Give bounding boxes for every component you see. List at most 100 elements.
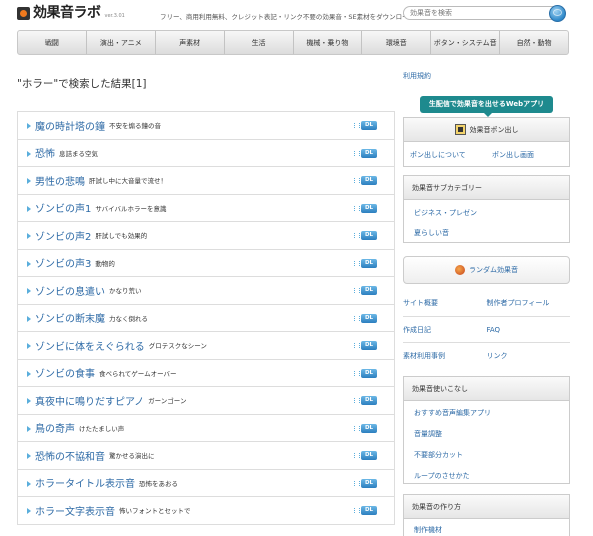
result-title-link[interactable]: 恐怖 — [35, 145, 55, 160]
download-button[interactable]: DL — [354, 258, 377, 268]
download-button[interactable]: DL — [354, 396, 377, 405]
result-title-link[interactable]: 魔の時計塔の鐘 — [35, 118, 105, 133]
subcategory-link-business[interactable]: ビジネス・プレゼン — [414, 208, 559, 218]
result-row: ゾンビの断末魔 力なく倒れる DL — [18, 305, 394, 332]
result-title-link[interactable]: 恐怖の不協和音 — [35, 448, 105, 463]
sound-wave-icon — [354, 315, 360, 321]
result-description: 不安を煽る鐘の音 — [109, 122, 161, 131]
faq-link[interactable]: FAQ — [486, 316, 570, 342]
arrow-right-icon — [27, 425, 31, 432]
arrow-right-icon — [27, 453, 31, 459]
usage-link-volume[interactable]: 音量調整 — [414, 429, 559, 439]
result-title-link[interactable]: ゾンビに体をえぐられる — [35, 338, 145, 353]
result-title-link[interactable]: ホラー文字表示音 — [35, 503, 115, 518]
sound-wave-icon — [354, 233, 360, 238]
terms-link[interactable]: 利用規約 — [403, 71, 431, 81]
random-sound-button[interactable]: ランダム効果音 — [403, 256, 570, 284]
sound-wave-icon — [354, 480, 360, 486]
result-title-link[interactable]: ゾンビの断末魔 — [35, 310, 105, 325]
sound-wave-icon — [354, 288, 360, 293]
usage-link-apps[interactable]: おすすめ音声編集アプリ — [414, 408, 559, 418]
result-row: ゾンビの声2 肝試しでも効果的 DL — [18, 222, 394, 250]
result-title-link[interactable]: ホラータイトル表示音 — [35, 475, 135, 490]
result-row: ゾンビの声1 サバイバルホラーを意識 DL — [18, 195, 394, 222]
links-link[interactable]: リンク — [486, 342, 570, 368]
pon-links: ポン出しについて ポン出し画面 — [404, 142, 569, 167]
download-button[interactable]: DL — [354, 148, 377, 158]
result-row: ゾンビの食事 食べられてゲームオーバー DL — [18, 360, 394, 387]
site-logo[interactable]: 効果音ラボ ver.3.01 — [17, 6, 125, 20]
nav-item-voice[interactable]: 声素材 — [156, 31, 225, 54]
download-button[interactable]: DL — [354, 368, 377, 378]
result-description: 食べられてゲームオーバー — [99, 369, 177, 378]
arrow-right-icon — [27, 123, 31, 129]
download-label: DL — [361, 368, 377, 378]
search-input[interactable] — [404, 7, 524, 19]
download-label: DL — [361, 121, 377, 130]
pon-screen-link[interactable]: ポン出し画面 — [492, 150, 534, 160]
result-row: 鳥の奇声 けたたましい声 DL — [18, 415, 394, 442]
nav-item-battle[interactable]: 戦闘 — [18, 31, 87, 54]
sound-wave-icon — [354, 205, 360, 211]
result-title-link[interactable]: ゾンビの息遣い — [35, 283, 105, 298]
nav-item-environment[interactable]: 環境音 — [362, 31, 432, 54]
result-row: 恐怖 息詰まる空気 DL — [18, 140, 394, 167]
result-title-link[interactable]: 鳥の奇声 — [35, 420, 75, 435]
usage-link-cut[interactable]: 不要部分カット — [414, 450, 559, 460]
sound-wave-icon — [354, 150, 360, 156]
creator-profile-link[interactable]: 制作者プロフィール — [487, 290, 571, 316]
making-panel: 効果音の作り方 制作機材 — [403, 494, 570, 536]
sound-wave-icon — [354, 260, 360, 266]
arrow-right-icon — [27, 480, 31, 487]
download-label: DL — [361, 423, 377, 433]
download-button[interactable]: DL — [354, 423, 377, 433]
download-button[interactable]: DL — [354, 451, 377, 460]
result-row: 男性の悲鳴 肝試し中に大音量で流せ！ DL — [18, 167, 394, 195]
download-button[interactable]: DL — [354, 313, 377, 323]
result-title-link[interactable]: ゾンビの声3 — [35, 255, 91, 270]
making-header: 効果音の作り方 — [404, 495, 569, 519]
sound-wave-icon — [354, 425, 360, 431]
download-button[interactable]: DL — [354, 231, 377, 240]
pon-about-link[interactable]: ポン出しについて — [410, 150, 492, 160]
result-description: ガーンゴーン — [148, 397, 187, 406]
result-title-link[interactable]: ゾンビの食事 — [35, 365, 95, 380]
sound-wave-icon — [354, 508, 360, 513]
download-button[interactable]: DL — [354, 286, 377, 295]
download-label: DL — [361, 506, 377, 515]
webapp-banner[interactable]: 生配信で効果音を出せるWebアプリ — [420, 96, 553, 113]
search-button-icon[interactable] — [549, 5, 566, 22]
download-button[interactable]: DL — [354, 121, 377, 130]
arrow-right-icon — [27, 343, 31, 349]
site-overview-link[interactable]: サイト概要 — [403, 290, 487, 316]
result-row: ホラータイトル表示音 恐怖をあおる DL — [18, 470, 394, 497]
download-button[interactable]: DL — [354, 341, 377, 350]
result-title-link[interactable]: ゾンビの声2 — [35, 228, 91, 243]
download-label: DL — [361, 341, 377, 350]
result-title-link[interactable]: ゾンビの声1 — [35, 200, 91, 215]
search-box — [403, 5, 566, 22]
usage-panel: 効果音使いこなし おすすめ音声編集アプリ 音量調整 不要部分カット ループのさせ… — [403, 376, 570, 484]
site-links: サイト概要 制作者プロフィール 作成日記 FAQ 素材利用事例 リンク — [403, 290, 570, 368]
nav-item-button-system[interactable]: ボタン・システム音 — [431, 31, 501, 54]
subcategory-link-summer[interactable]: 夏らしい音 — [414, 228, 559, 238]
download-button[interactable]: DL — [354, 203, 377, 213]
download-button[interactable]: DL — [354, 478, 377, 488]
nav-item-life[interactable]: 生活 — [225, 31, 294, 54]
nav-item-effects-anime[interactable]: 演出・アニメ — [87, 31, 156, 54]
download-label: DL — [361, 148, 377, 158]
download-button[interactable]: DL — [354, 176, 377, 185]
subcategory-header: 効果音サブカテゴリー — [404, 176, 569, 200]
download-button[interactable]: DL — [354, 506, 377, 515]
download-label: DL — [361, 451, 377, 460]
usage-examples-link[interactable]: 素材利用事例 — [403, 342, 487, 368]
result-title-link[interactable]: 男性の悲鳴 — [35, 173, 85, 188]
usage-link-loop[interactable]: ループのさせかた — [414, 471, 559, 481]
nav-item-nature[interactable]: 自然・動物 — [500, 31, 568, 54]
diary-link[interactable]: 作成日記 — [403, 316, 487, 342]
making-link-equipment[interactable]: 制作機材 — [414, 525, 559, 535]
nav-item-machines[interactable]: 機械・乗り物 — [294, 31, 363, 54]
pon-panel: 効果音ポン出し ポン出しについて ポン出し画面 — [403, 117, 570, 167]
result-row: ホラー文字表示音 怖いフォントとセットで DL — [18, 497, 394, 525]
result-title-link[interactable]: 真夜中に鳴りだすピアノ — [35, 393, 144, 408]
